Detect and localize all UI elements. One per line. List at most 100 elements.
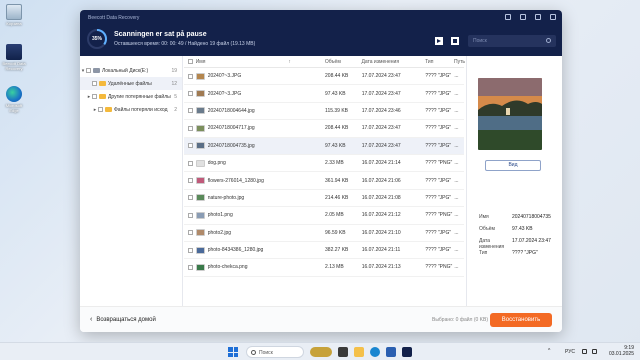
recover-button[interactable]: Восстановить <box>490 313 552 327</box>
image-file-icon <box>195 107 205 115</box>
select-all-checkbox[interactable] <box>188 59 193 64</box>
recovery-app-taskbar-icon[interactable] <box>402 347 412 357</box>
tree-item-deleted[interactable]: Удалённые файлы 12 <box>80 77 182 90</box>
file-date: 17.07.2024 23:46 <box>361 107 401 114</box>
scan-details: Оставшееся время: 00: 00: 49 / Найдено 1… <box>114 41 256 47</box>
file-name: photo2.jpg <box>207 229 232 236</box>
column-path[interactable]: Путь <box>454 59 465 65</box>
table-row[interactable]: 20240?~3.JPG 97.43 KB 17.07.2024 23:47????… <box>184 85 464 103</box>
file-type: ???? "JPG" <box>425 125 452 132</box>
file-size: 115.39 KB <box>325 107 349 114</box>
footer-bar: ‹ Возвращаться домой Выбрано: 0 файл (0 … <box>80 306 562 332</box>
column-name[interactable]: Имя ↑ <box>196 59 325 65</box>
scan-status: Scanningen er sat på pause <box>114 31 207 38</box>
file-type: ???? "JPG" <box>425 142 452 149</box>
search-icon <box>546 38 551 43</box>
file-size: 361.94 KB <box>325 177 349 184</box>
edge-icon[interactable] <box>370 347 380 357</box>
table-row[interactable]: 20240?~3.JPG 208.44 KB 17.07.2024 23:47???… <box>184 68 464 86</box>
file-type: ???? "JPG" <box>425 73 452 80</box>
volume-icon[interactable] <box>592 349 597 354</box>
table-row[interactable]: dog.png 2.33 MB 16.07.2024 21:14 ???? "PNG"… <box>184 155 464 173</box>
table-row[interactable]: 20240718004644.jpg 115.39 KB 17.07.2024 23… <box>184 103 464 121</box>
table-row[interactable]: photo-8434386_1280.jpg 382.27 KB 16.07.202… <box>184 242 464 260</box>
store-icon[interactable] <box>386 347 396 357</box>
row-checkbox[interactable] <box>188 125 193 131</box>
table-row[interactable]: nature-photo.jpg 214.46 KB 16.07.2024 21:0… <box>184 190 464 208</box>
tree-item-count: 5 <box>174 93 177 100</box>
tree-item-drive[interactable]: ▾ Локальный Диск(E:) 19 <box>80 64 182 77</box>
file-date: 16.07.2024 21:11 <box>361 247 401 254</box>
tree-item-lost-origin[interactable]: ▸ Файлы потеряли исход 2 <box>80 103 182 116</box>
column-date[interactable]: Дата изменения <box>361 59 425 65</box>
maximize-icon[interactable] <box>535 14 541 20</box>
meta-date: Дата изменения 17.07.2024 23:47 <box>479 238 551 250</box>
minimize-icon[interactable] <box>520 14 526 20</box>
file-path: ... <box>454 142 459 149</box>
row-checkbox[interactable] <box>188 247 193 253</box>
start-button[interactable] <box>228 347 238 357</box>
file-size: 2.05 MB <box>325 212 344 219</box>
language-indicator[interactable]: РУС <box>565 349 575 355</box>
file-size: 214.46 KB <box>325 194 349 201</box>
row-checkbox[interactable] <box>188 264 193 270</box>
resume-button[interactable] <box>435 37 443 45</box>
desktop-icon-recycle-bin[interactable]: Корзина <box>2 4 26 26</box>
folder-tree: ▾ Локальный Диск(E:) 19 Удалённые файлы … <box>80 56 183 306</box>
image-file-icon <box>195 263 205 271</box>
tree-item-other-lost[interactable]: ▸ Другие потерянные файлы 5 <box>80 90 182 103</box>
chevron-up-icon[interactable]: ^ <box>548 348 553 354</box>
clock[interactable]: 9:19 03.01.2025 <box>609 345 634 357</box>
back-home-button[interactable]: ‹ Возвращаться домой <box>90 316 156 323</box>
file-path: ... <box>454 177 459 184</box>
tree-checkbox[interactable] <box>86 68 91 73</box>
tree-checkbox[interactable] <box>92 94 97 99</box>
file-explorer-icon[interactable] <box>354 347 364 357</box>
file-path: ... <box>454 90 459 97</box>
row-checkbox[interactable] <box>188 230 193 236</box>
column-size[interactable]: Объём <box>325 59 362 65</box>
row-checkbox[interactable] <box>188 195 193 201</box>
row-checkbox[interactable] <box>188 160 193 166</box>
search-placeholder: Поиск <box>473 38 487 44</box>
table-row[interactable]: 20240718004735.jpg 97.43 KB 17.07.2024 23:… <box>184 137 464 155</box>
taskbar-search[interactable]: Поиск <box>246 346 304 358</box>
table-header: Имя ↑ Объём Дата изменения Тип Путь <box>184 56 465 68</box>
file-type: ???? "JPG" <box>425 247 452 254</box>
tree-checkbox[interactable] <box>98 107 103 112</box>
row-checkbox[interactable] <box>188 108 193 114</box>
file-name: nature-photo.jpg <box>207 194 245 201</box>
table-row[interactable]: flowers-276014_1280.jpg 361.94 KB 16.07.20… <box>184 172 464 190</box>
folder-icon <box>99 81 106 86</box>
tree-checkbox[interactable] <box>92 81 97 86</box>
row-checkbox[interactable] <box>188 73 193 79</box>
file-type: ???? "PNG" <box>425 264 453 271</box>
column-type[interactable]: Тип <box>425 59 454 65</box>
row-checkbox[interactable] <box>188 91 193 97</box>
view-button[interactable]: Вид <box>485 160 541 171</box>
file-type: ???? "PNG" <box>425 212 453 219</box>
row-checkbox[interactable] <box>188 143 193 149</box>
widgets-icon[interactable] <box>310 347 332 357</box>
stop-icon <box>453 39 457 43</box>
desktop-icon-label: Beecott Data Recovery <box>2 61 26 71</box>
tree-item-label: Удалённые файлы <box>108 80 152 87</box>
search-input[interactable]: Поиск <box>468 35 556 47</box>
selection-info: Выбрано: 0 файл (0 KB) <box>432 317 489 323</box>
table-row[interactable]: photo-chekca.png 2.13 MB 16.07.2024 21:13?… <box>184 259 464 277</box>
desktop-icon-label: Microsoft Edge <box>5 103 23 113</box>
table-row[interactable]: photo2.jpg 96.59 KB 16.07.2024 21:10 ???? "… <box>184 225 464 242</box>
table-row[interactable]: photo1.png 2.05 MB 16.07.2024 21:12 ???? "P… <box>184 207 464 225</box>
image-file-icon <box>195 90 205 98</box>
close-icon[interactable] <box>550 14 556 20</box>
stop-button[interactable] <box>451 37 459 45</box>
desktop-icon-edge[interactable]: Microsoft Edge <box>2 86 26 113</box>
desktop-icon-recovery-app[interactable]: Beecott Data Recovery <box>2 44 26 71</box>
network-icon[interactable] <box>582 349 587 354</box>
row-checkbox[interactable] <box>188 212 193 218</box>
menu-icon[interactable] <box>505 14 511 20</box>
file-size: 2.13 MB <box>325 264 344 271</box>
task-view-icon[interactable] <box>338 347 348 357</box>
row-checkbox[interactable] <box>188 178 193 184</box>
table-row[interactable]: 20240718004717.jpg 208.44 KB 17.07.2024 23… <box>184 120 464 138</box>
